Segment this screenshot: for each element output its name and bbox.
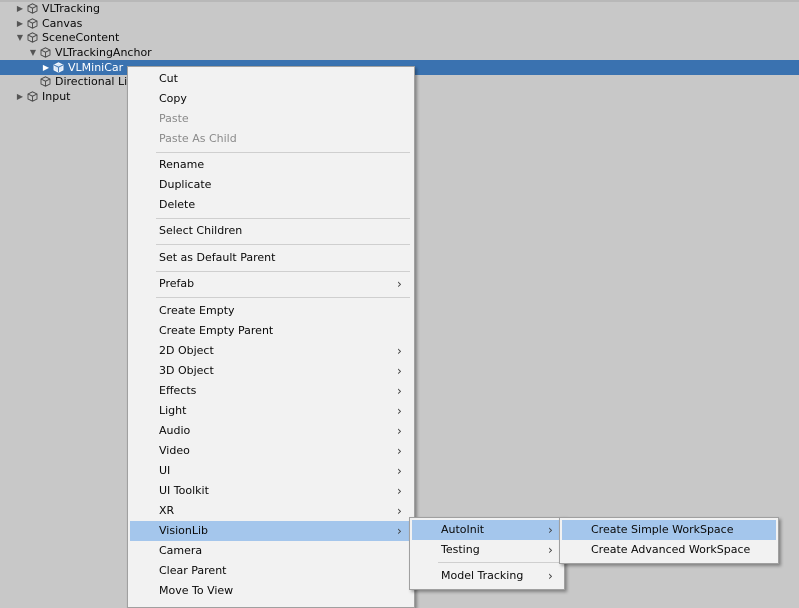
menu-item-2d-object[interactable]: 2D Object › bbox=[130, 341, 412, 361]
submenu-arrow-icon: › bbox=[397, 444, 402, 458]
menu-item-xr[interactable]: XR › bbox=[130, 501, 412, 521]
menu-item-create-empty-parent[interactable]: Create Empty Parent bbox=[130, 321, 412, 341]
submenu-arrow-icon: › bbox=[397, 404, 402, 418]
hierarchy-item-vltrackinganchor[interactable]: ▼ VLTrackingAnchor bbox=[0, 45, 799, 60]
menu-item-autoinit[interactable]: AutoInit › bbox=[412, 520, 562, 540]
menu-item-video[interactable]: Video › bbox=[130, 441, 412, 461]
hierarchy-item-label: VLMiniCar bbox=[68, 61, 124, 74]
context-menu: Cut Copy Paste Paste As Child Rename Dup… bbox=[127, 66, 415, 608]
submenu-arrow-icon: › bbox=[397, 484, 402, 498]
gameobject-cube-icon bbox=[40, 47, 51, 58]
submenu-arrow-icon: › bbox=[397, 504, 402, 518]
menu-item-cut[interactable]: Cut bbox=[130, 69, 412, 89]
expand-arrow-icon[interactable]: ▶ bbox=[41, 60, 51, 75]
gameobject-cube-icon bbox=[40, 76, 51, 87]
menu-item-copy[interactable]: Copy bbox=[130, 89, 412, 109]
menu-item-create-simple-workspace[interactable]: Create Simple WorkSpace bbox=[562, 520, 776, 540]
expand-arrow-icon[interactable]: ▶ bbox=[15, 89, 25, 104]
submenu-arrow-icon: › bbox=[397, 277, 402, 291]
hierarchy-item-label: Canvas bbox=[42, 17, 83, 30]
menu-item-visionlib[interactable]: VisionLib › bbox=[130, 521, 412, 541]
autoinit-submenu: Create Simple WorkSpace Create Advanced … bbox=[559, 517, 779, 564]
submenu-arrow-icon: › bbox=[548, 523, 553, 537]
menu-item-paste-as-child[interactable]: Paste As Child bbox=[130, 129, 412, 149]
menu-separator bbox=[156, 271, 410, 272]
expand-arrow-icon[interactable]: ▶ bbox=[15, 16, 25, 31]
collapse-arrow-icon[interactable]: ▼ bbox=[15, 30, 25, 45]
hierarchy-item-label: VLTracking bbox=[42, 2, 100, 15]
hierarchy-item-scenecontent[interactable]: ▼ SceneContent bbox=[0, 30, 799, 45]
menu-separator bbox=[438, 562, 560, 563]
menu-separator bbox=[156, 244, 410, 245]
submenu-arrow-icon: › bbox=[397, 384, 402, 398]
submenu-arrow-icon: › bbox=[548, 569, 553, 583]
hierarchy-item-label: VLTrackingAnchor bbox=[55, 46, 152, 59]
gameobject-cube-icon bbox=[27, 3, 38, 14]
hierarchy-item-canvas[interactable]: ▶ Canvas bbox=[0, 16, 799, 31]
submenu-arrow-icon: › bbox=[397, 344, 402, 358]
prefab-cube-icon bbox=[53, 62, 64, 73]
menu-separator bbox=[156, 297, 410, 298]
submenu-arrow-icon: › bbox=[397, 524, 402, 538]
menu-item-paste[interactable]: Paste bbox=[130, 109, 412, 129]
hierarchy-item-label: Directional Lig bbox=[55, 75, 135, 88]
submenu-arrow-icon: › bbox=[397, 424, 402, 438]
menu-item-ui-toolkit[interactable]: UI Toolkit › bbox=[130, 481, 412, 501]
gameobject-cube-icon bbox=[27, 32, 38, 43]
menu-item-camera[interactable]: Camera bbox=[130, 541, 412, 561]
menu-item-set-as-default-parent[interactable]: Set as Default Parent bbox=[130, 248, 412, 268]
collapse-arrow-icon[interactable]: ▼ bbox=[28, 45, 38, 60]
menu-item-clear-parent[interactable]: Clear Parent bbox=[130, 561, 412, 581]
menu-item-3d-object[interactable]: 3D Object › bbox=[130, 361, 412, 381]
submenu-arrow-icon: › bbox=[397, 464, 402, 478]
hierarchy-item-label: SceneContent bbox=[42, 31, 120, 44]
menu-item-model-tracking[interactable]: Model Tracking › bbox=[412, 566, 562, 586]
menu-item-select-children[interactable]: Select Children bbox=[130, 221, 412, 241]
expand-arrow-icon[interactable]: ▶ bbox=[15, 1, 25, 16]
menu-separator bbox=[156, 218, 410, 219]
menu-item-audio[interactable]: Audio › bbox=[130, 421, 412, 441]
menu-item-create-empty[interactable]: Create Empty bbox=[130, 301, 412, 321]
menu-item-rename[interactable]: Rename bbox=[130, 155, 412, 175]
menu-item-prefab[interactable]: Prefab › bbox=[130, 274, 412, 294]
menu-item-effects[interactable]: Effects › bbox=[130, 381, 412, 401]
gameobject-cube-icon bbox=[27, 91, 38, 102]
menu-item-ui[interactable]: UI › bbox=[130, 461, 412, 481]
menu-item-light[interactable]: Light › bbox=[130, 401, 412, 421]
submenu-arrow-icon: › bbox=[548, 543, 553, 557]
hierarchy-item-label: Input bbox=[42, 90, 71, 103]
hierarchy-item-vltracking[interactable]: ▶ VLTracking bbox=[0, 1, 799, 16]
gameobject-cube-icon bbox=[27, 18, 38, 29]
menu-item-move-to-view[interactable]: Move To View bbox=[130, 581, 412, 601]
menu-separator bbox=[156, 152, 410, 153]
menu-item-create-advanced-workspace[interactable]: Create Advanced WorkSpace bbox=[562, 540, 776, 560]
submenu-arrow-icon: › bbox=[397, 364, 402, 378]
menu-item-delete[interactable]: Delete bbox=[130, 195, 412, 215]
menu-item-duplicate[interactable]: Duplicate bbox=[130, 175, 412, 195]
menu-item-testing[interactable]: Testing › bbox=[412, 540, 562, 560]
visionlib-submenu: AutoInit › Testing › Model Tracking › bbox=[409, 517, 565, 590]
